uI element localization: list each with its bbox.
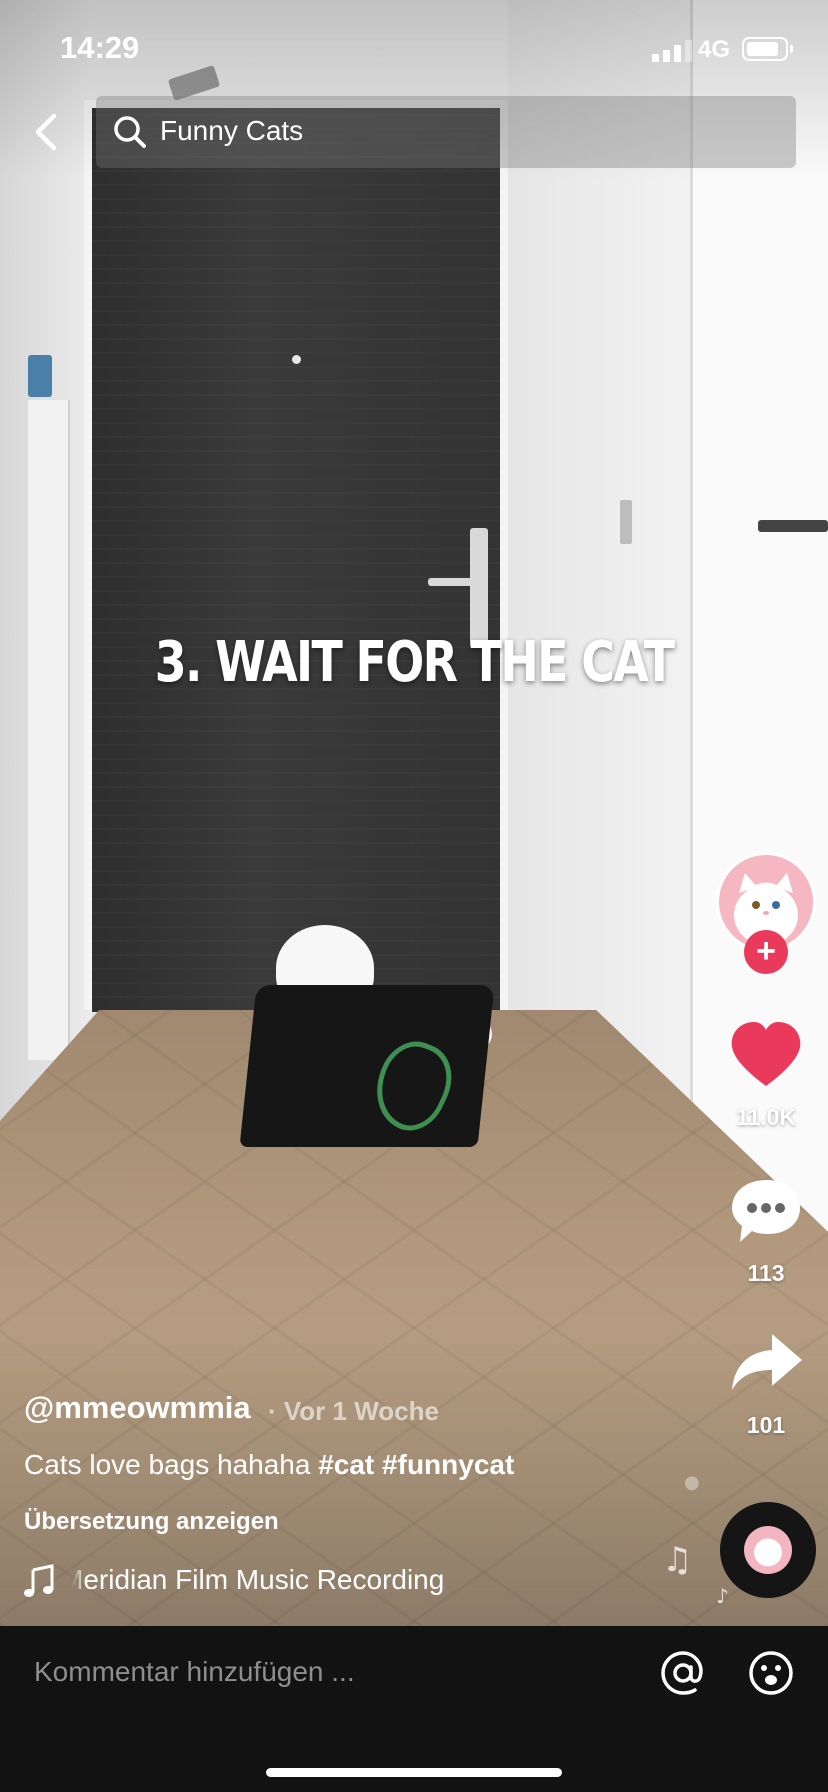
at-icon[interactable] — [660, 1650, 706, 1696]
caption-text: Cats love bags hahaha — [24, 1449, 319, 1480]
plus-icon: + — [756, 932, 776, 970]
back-button[interactable] — [26, 106, 70, 158]
battery-icon — [742, 37, 788, 61]
battery-tip — [790, 45, 793, 53]
chevron-left-icon — [35, 113, 57, 151]
scene-light-switch — [620, 500, 632, 544]
follow-button[interactable]: + — [744, 930, 788, 974]
floating-note-icon: ♪ — [716, 1584, 729, 1608]
emoji-icon[interactable] — [748, 1650, 794, 1696]
music-note-icon — [24, 1564, 54, 1597]
scene-door-handle — [428, 578, 484, 586]
hashtag-funnycat[interactable]: #funnycat — [382, 1449, 514, 1480]
speech-bubble-icon[interactable] — [728, 1176, 804, 1246]
status-time: 14:29 — [60, 30, 140, 65]
post-time: · Vor 1 Woche — [268, 1396, 439, 1426]
search-bar[interactable]: Funny Cats — [96, 96, 796, 168]
cellular-signal-icon — [652, 40, 694, 62]
hashtag-cat[interactable]: #cat — [318, 1449, 374, 1480]
heart-icon[interactable] — [728, 1020, 804, 1090]
search-query: Funny Cats — [160, 115, 304, 146]
music-marquee: Meridian Film Music Recording — [72, 1562, 460, 1602]
network-type: 4G — [698, 36, 731, 63]
scene-peephole — [292, 355, 301, 364]
post-caption: Cats love bags hahaha #cat #funnycat — [24, 1449, 514, 1481]
share-count: 101 — [746, 1412, 786, 1438]
floating-note-icon: ● — [684, 1472, 700, 1493]
music-title: Meridian Film Music Recording — [72, 1564, 445, 1595]
search-icon — [114, 116, 146, 148]
translate-link[interactable]: Übersetzung anzeigen — [24, 1508, 279, 1536]
home-indicator — [266, 1768, 562, 1777]
comment-input[interactable]: Kommentar hinzufügen ... — [34, 1656, 355, 1688]
scene-cup — [28, 355, 52, 397]
tiktok-video-screen: 3. WAIT FOR THE CAT 14:29 4G Funny Cats — [0, 0, 828, 1792]
creator-username[interactable]: @mmeowmmia — [24, 1390, 251, 1426]
scene-side-door-handle — [758, 520, 828, 532]
comment-count: 113 — [747, 1260, 785, 1286]
status-bar: 14:29 4G — [0, 0, 828, 100]
like-count: 11.0K — [735, 1104, 797, 1130]
comment-bar: Kommentar hinzufügen ... — [0, 1626, 828, 1792]
share-arrow-icon[interactable] — [728, 1330, 804, 1396]
floating-note-icon: ♫ — [662, 1540, 693, 1580]
scene-shelf — [28, 400, 70, 1060]
music-disc-icon[interactable] — [720, 1502, 816, 1598]
scene-bag — [239, 985, 495, 1147]
video-overlay-text: 3. WAIT FOR THE CAT — [154, 630, 675, 695]
video-player[interactable]: 3. WAIT FOR THE CAT — [0, 0, 828, 1626]
disc-cover — [744, 1526, 792, 1574]
battery-level — [747, 42, 778, 56]
scene-front-door — [92, 108, 500, 1012]
